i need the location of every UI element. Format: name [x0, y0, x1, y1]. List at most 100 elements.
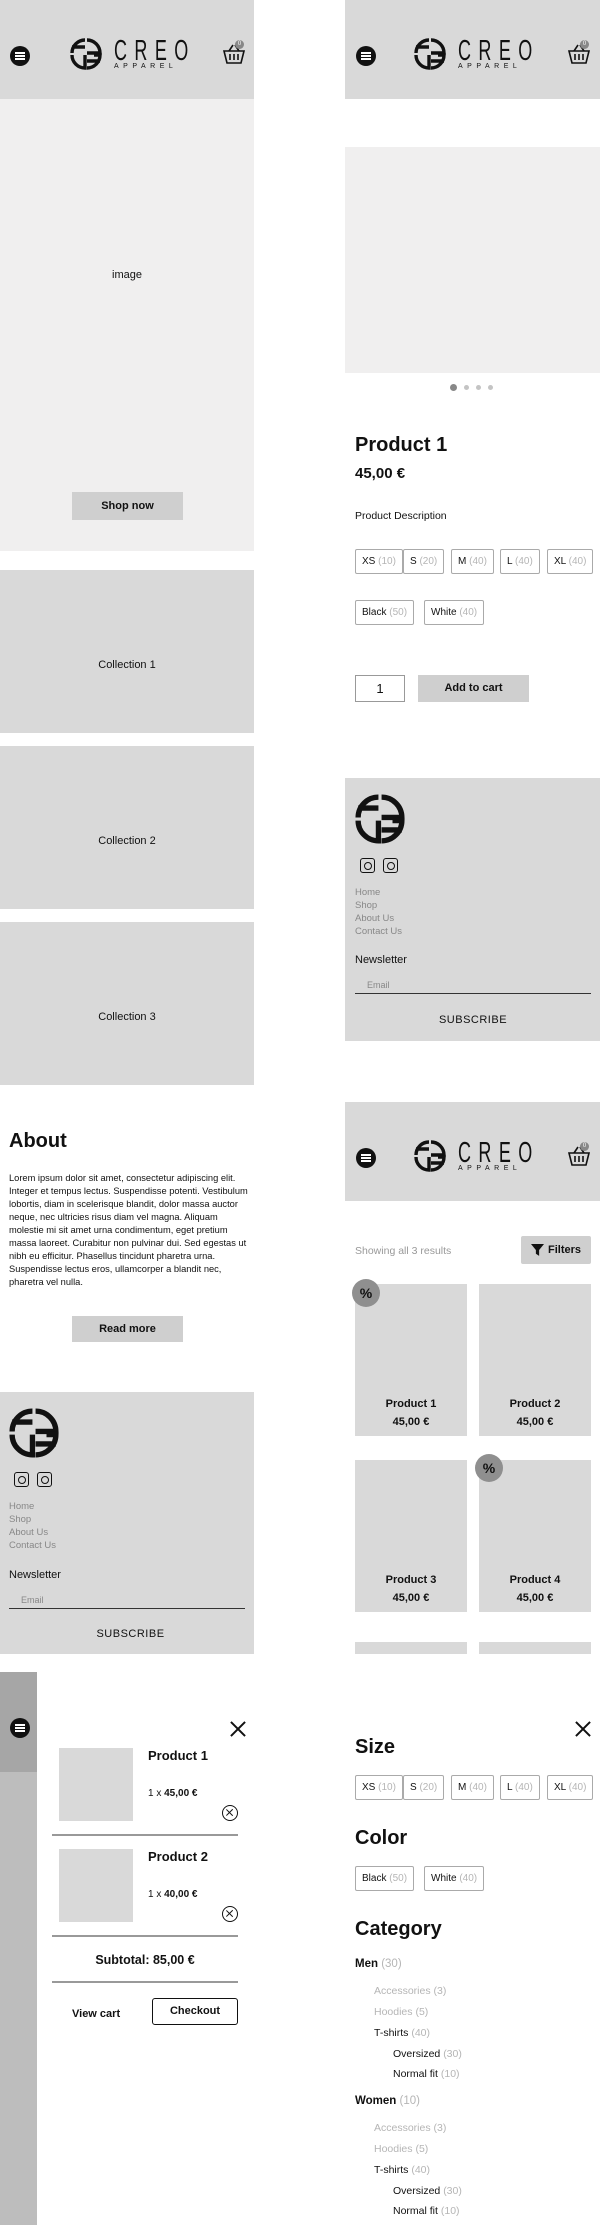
- product-card[interactable]: Product 4 45,00 €: [479, 1460, 591, 1612]
- footer-link-about[interactable]: About Us: [9, 1526, 56, 1539]
- color-option-white[interactable]: White (40): [424, 1866, 485, 1891]
- product-footer: Home Shop About Us Contact Us Newsletter…: [345, 778, 600, 1041]
- category-men[interactable]: Men (30): [355, 1958, 402, 1970]
- filters-button[interactable]: Filters: [521, 1236, 591, 1264]
- category-count: (5): [415, 2006, 429, 2018]
- category-women-oversized[interactable]: Oversized (30): [393, 2185, 462, 2197]
- category-men-normal-fit[interactable]: Normal fit (10): [393, 2068, 460, 2080]
- footer-link-shop[interactable]: Shop: [9, 1513, 56, 1526]
- brand-logo[interactable]: CREO APPAREL: [414, 37, 544, 70]
- category-label: T-shirts: [374, 2027, 409, 2039]
- carousel-dot[interactable]: [476, 385, 481, 390]
- size-option-s[interactable]: S (20): [403, 1775, 445, 1800]
- color-option-white[interactable]: White (40): [424, 600, 485, 625]
- footer-link-home[interactable]: Home: [355, 886, 402, 899]
- brand-name: CREO: [458, 1137, 540, 1169]
- menu-icon[interactable]: [356, 1148, 376, 1168]
- footer-link-contact[interactable]: Contact Us: [9, 1539, 56, 1552]
- carousel-dot[interactable]: [464, 385, 469, 390]
- size-option-l[interactable]: L (40): [500, 1775, 540, 1800]
- category-men-hoodies[interactable]: Hoodies (5): [374, 2006, 428, 2018]
- footer-link-home[interactable]: Home: [9, 1500, 56, 1513]
- menu-icon[interactable]: [356, 46, 376, 66]
- instagram-icon[interactable]: [37, 1472, 52, 1487]
- product-title: Product 1: [355, 434, 448, 456]
- color-option-black[interactable]: Black (50): [355, 600, 415, 625]
- footer-logo-icon: [9, 1408, 59, 1458]
- category-women-accessories[interactable]: Accessories (3): [374, 2122, 446, 2134]
- email-field[interactable]: [9, 1591, 245, 1609]
- size-option-m[interactable]: M (40): [451, 1775, 494, 1800]
- category-count: (30): [381, 1958, 402, 1970]
- footer-link-contact[interactable]: Contact Us: [355, 925, 402, 938]
- filter-icon: [531, 1244, 544, 1256]
- category-count: (10): [440, 2068, 460, 2080]
- footer-link-shop[interactable]: Shop: [355, 899, 402, 912]
- product-card-partial[interactable]: [355, 1642, 467, 1654]
- color-option-black[interactable]: Black (50): [355, 1866, 415, 1891]
- size-option-s[interactable]: S (20): [403, 549, 445, 574]
- category-men-oversized[interactable]: Oversized (30): [393, 2048, 462, 2060]
- facebook-icon[interactable]: [360, 858, 375, 873]
- home-footer: Home Shop About Us Contact Us Newsletter…: [0, 1392, 254, 1654]
- facebook-icon[interactable]: [14, 1472, 29, 1487]
- chip-count: (50): [389, 607, 408, 618]
- size-option-m[interactable]: M (40): [451, 549, 494, 574]
- chip-label: L: [507, 1782, 513, 1793]
- collection-card[interactable]: Collection 1: [0, 570, 254, 733]
- remove-item-icon[interactable]: [222, 1906, 238, 1922]
- category-men-tshirts[interactable]: T-shirts (40): [374, 2027, 430, 2039]
- carousel-dot[interactable]: [488, 385, 493, 390]
- brand-subtitle: APPAREL: [114, 63, 178, 70]
- shop-now-button[interactable]: Shop now: [72, 492, 183, 520]
- size-option-l[interactable]: L (40): [500, 549, 540, 574]
- size-option-xl[interactable]: XL (40): [547, 549, 594, 574]
- subscribe-button[interactable]: SUBSCRIBE: [9, 1628, 252, 1640]
- size-option-xs[interactable]: XS (10): [355, 1775, 403, 1800]
- category-men-accessories[interactable]: Accessories (3): [374, 1985, 446, 1997]
- collection-card[interactable]: Collection 2: [0, 746, 254, 909]
- size-option-xl[interactable]: XL (40): [547, 1775, 594, 1800]
- view-cart-link[interactable]: View cart: [72, 2008, 120, 2020]
- menu-icon[interactable]: [10, 46, 30, 66]
- logo-mark-icon: [414, 1140, 446, 1172]
- about-text: Lorem ipsum dolor sit amet, consectetur …: [9, 1173, 248, 1287]
- cart-divider: [52, 1834, 238, 1836]
- chip-label: White: [431, 607, 457, 618]
- subscribe-button[interactable]: SUBSCRIBE: [355, 1014, 591, 1026]
- instagram-icon[interactable]: [383, 858, 398, 873]
- category-women[interactable]: Women (10): [355, 2095, 420, 2107]
- size-option-xs[interactable]: XS (10): [355, 549, 403, 574]
- close-filters-icon[interactable]: [574, 1720, 592, 1738]
- checkout-button[interactable]: Checkout: [152, 1998, 238, 2025]
- carousel-dot-active[interactable]: [450, 384, 457, 391]
- chip-count: (40): [568, 1782, 587, 1793]
- category-count: (10): [399, 2095, 420, 2107]
- category-count: (30): [443, 2048, 462, 2060]
- category-women-hoodies[interactable]: Hoodies (5): [374, 2143, 428, 2155]
- product-card[interactable]: Product 2 45,00 €: [479, 1284, 591, 1436]
- product-card-partial[interactable]: [479, 1642, 591, 1654]
- brand-logo[interactable]: CREO APPAREL: [414, 1137, 544, 1172]
- product-card[interactable]: Product 3 45,00 €: [355, 1460, 467, 1612]
- menu-icon[interactable]: [10, 1718, 30, 1738]
- category-label: Hoodies: [374, 2006, 413, 2018]
- brand-logo[interactable]: CREO APPAREL: [70, 37, 200, 70]
- chip-count: (40): [459, 607, 478, 618]
- add-to-cart-button[interactable]: Add to cart: [418, 675, 529, 702]
- chip-count: (40): [514, 556, 533, 567]
- collection-card[interactable]: Collection 3: [0, 922, 254, 1085]
- quantity-input[interactable]: 1: [355, 675, 405, 702]
- hero-image: image Shop now: [0, 99, 254, 551]
- read-more-button[interactable]: Read more: [72, 1316, 183, 1342]
- product-card[interactable]: Product 1 45,00 €: [355, 1284, 467, 1436]
- newsletter-title: Newsletter: [9, 1569, 61, 1581]
- category-women-normal-fit[interactable]: Normal fit (10): [393, 2205, 460, 2217]
- email-field[interactable]: [355, 976, 591, 994]
- remove-item-icon[interactable]: [222, 1805, 238, 1821]
- cart-item-name: Product 1: [148, 1748, 208, 1763]
- category-women-tshirts[interactable]: T-shirts (40): [374, 2164, 430, 2176]
- close-cart-icon[interactable]: [229, 1720, 247, 1738]
- filter-size-title: Size: [355, 1736, 396, 1758]
- footer-link-about[interactable]: About Us: [355, 912, 402, 925]
